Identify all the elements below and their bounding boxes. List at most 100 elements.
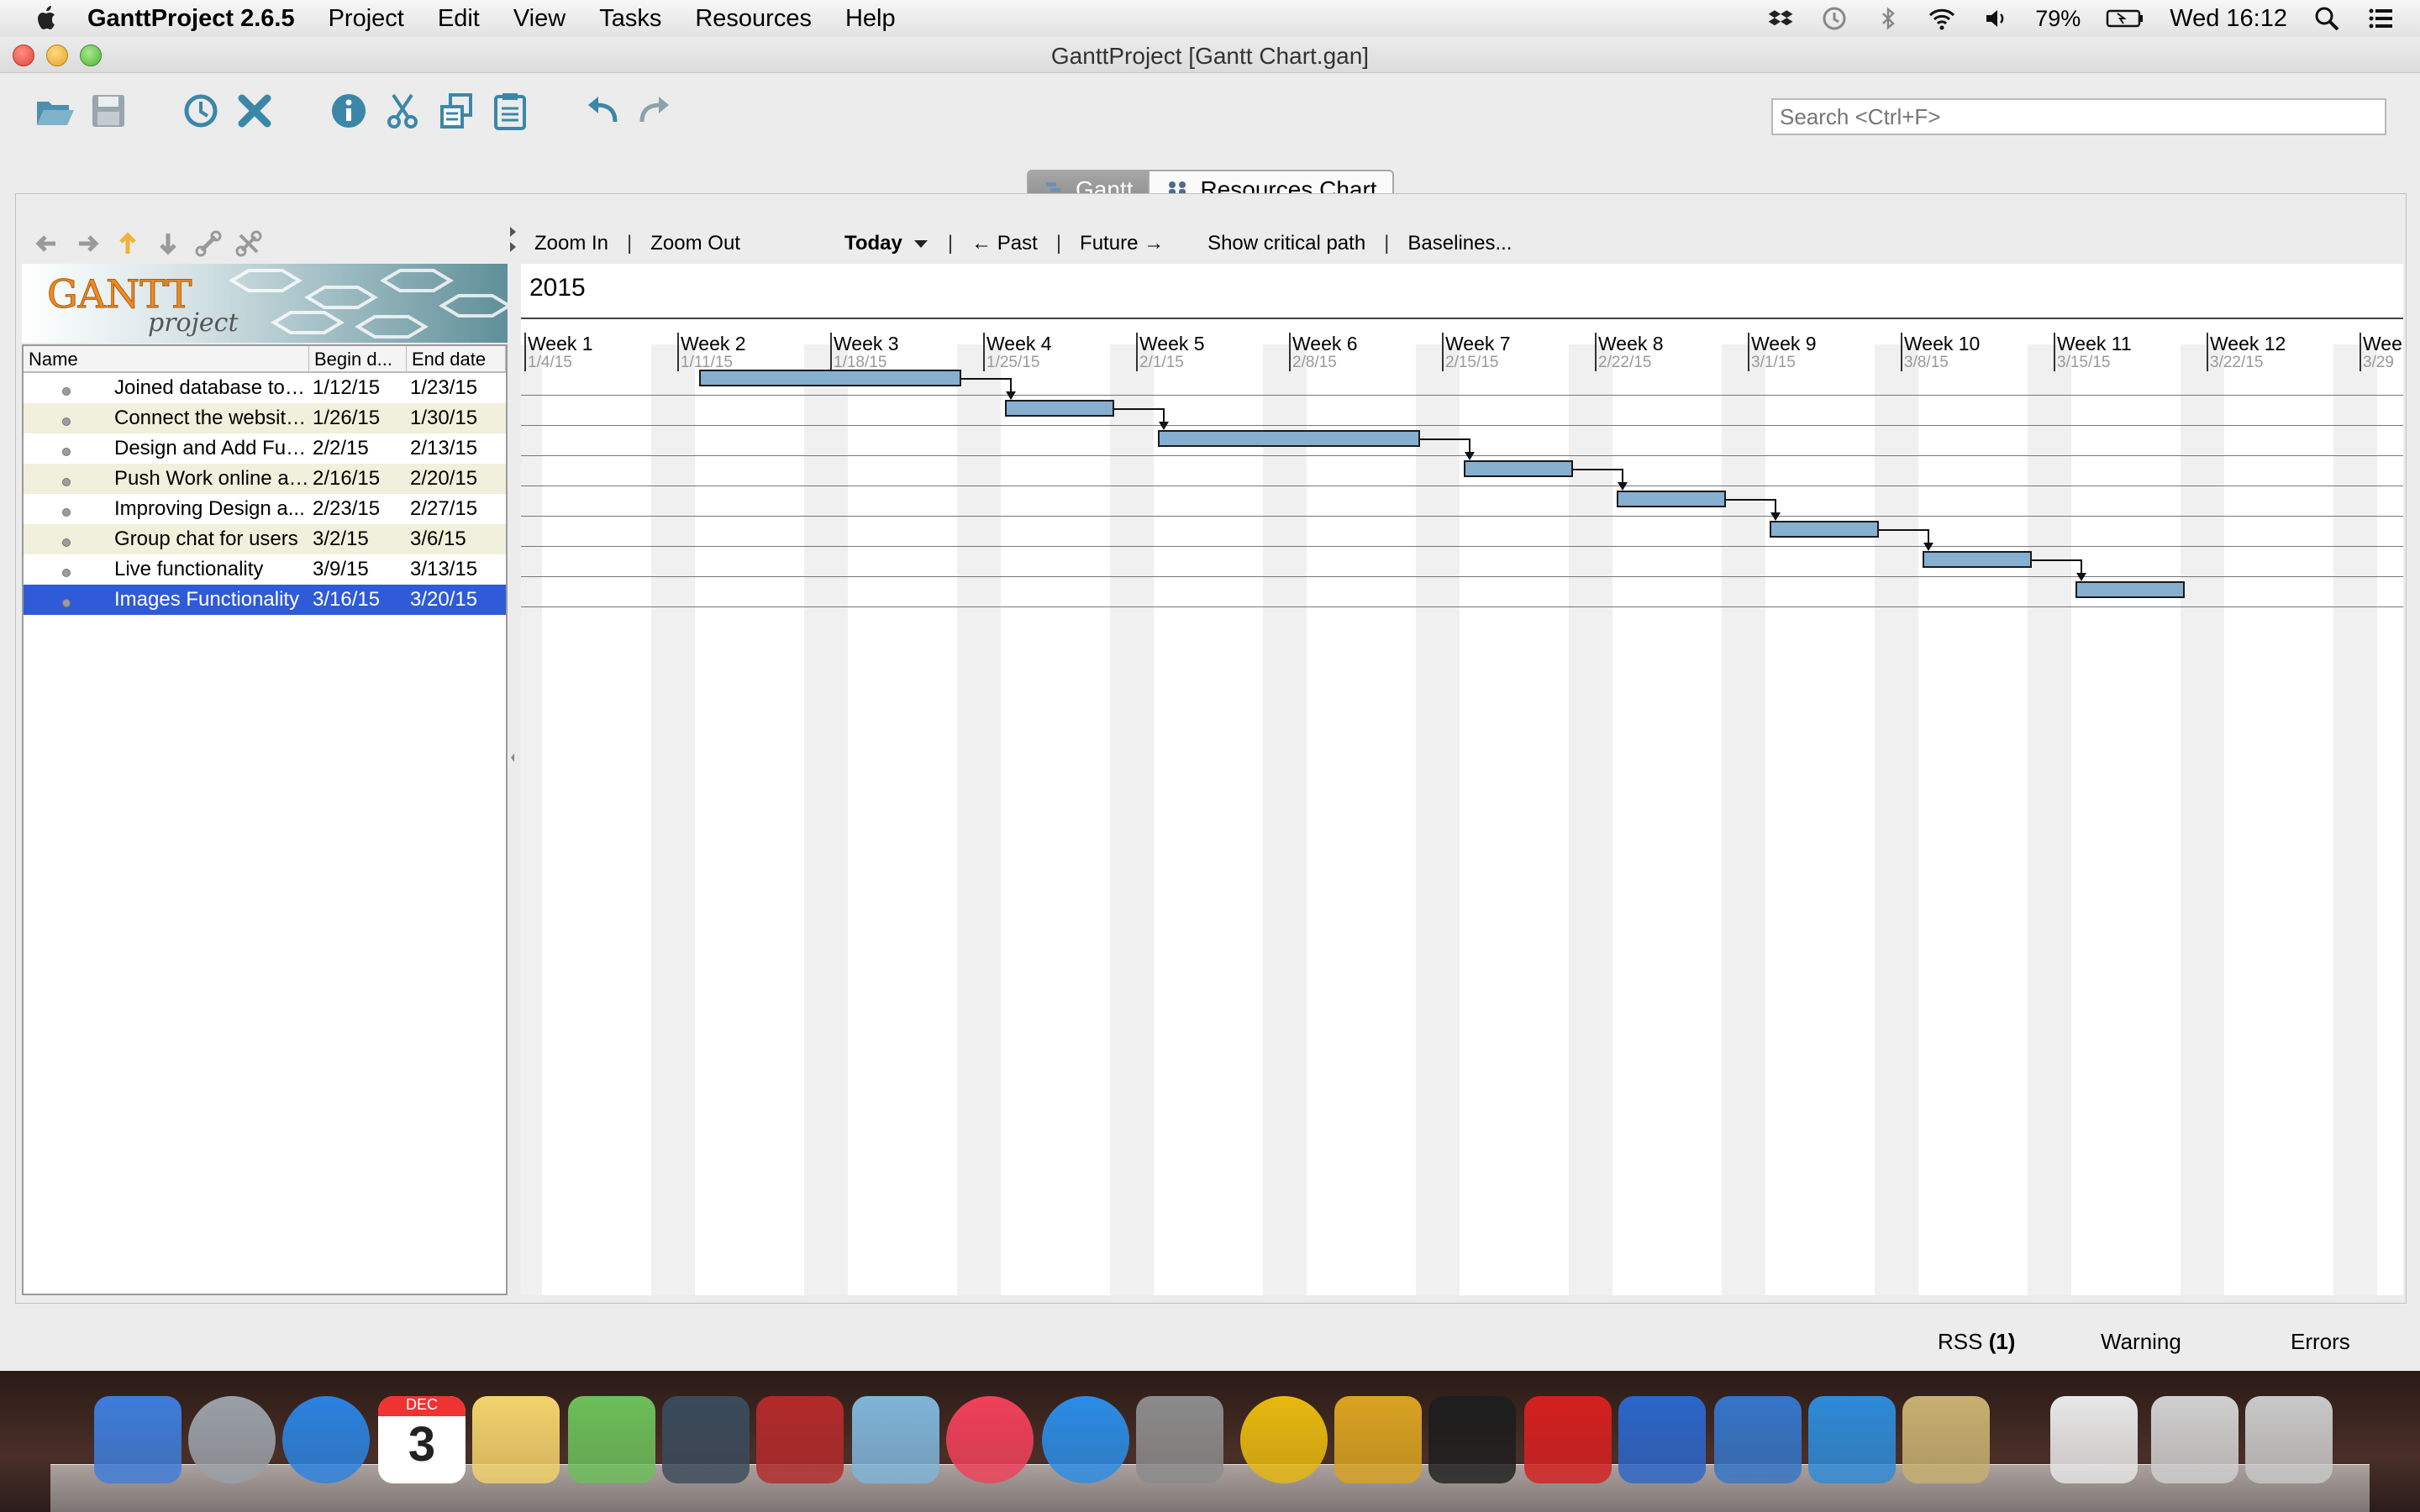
notification-center-icon[interactable] — [2366, 4, 2395, 33]
maps-icon[interactable] — [568, 1396, 655, 1483]
task-begin-date[interactable]: 2/23/15 — [309, 497, 407, 521]
paste-icon[interactable] — [487, 88, 533, 134]
task-name-cell[interactable]: Group chat for users — [24, 528, 309, 551]
copy-icon[interactable] — [434, 88, 479, 134]
history-icon[interactable] — [178, 88, 224, 134]
task-bar[interactable] — [1464, 460, 1573, 477]
menu-edit[interactable]: Edit — [438, 5, 480, 33]
calendar-icon[interactable]: DEC 3 — [378, 1396, 466, 1483]
task-row[interactable]: Joined database to t... 1/12/15 1/23/15 — [24, 373, 506, 403]
battery-icon[interactable] — [2106, 4, 2144, 33]
apple-icon[interactable] — [32, 3, 62, 34]
today-dropdown[interactable]: Today — [844, 232, 929, 255]
gantt-chart-area[interactable]: 2015 Week 1 1/4/15 Week 2 1/11/15 Week 3 1/18… — [521, 264, 2403, 1295]
photobooth-icon[interactable] — [756, 1396, 844, 1483]
task-name-cell[interactable]: Images Functionality — [24, 588, 309, 612]
terminal-icon[interactable] — [1428, 1396, 1516, 1483]
forward-arrow-icon[interactable] — [71, 227, 104, 260]
task-row[interactable]: Live functionality 3/9/15 3/13/15 — [24, 554, 506, 585]
task-end-date[interactable]: 2/13/15 — [407, 437, 506, 460]
column-header-begin-date[interactable]: Begin d... — [309, 346, 407, 371]
back-arrow-icon[interactable] — [30, 227, 64, 260]
delete-icon[interactable] — [232, 88, 277, 134]
down-arrow-icon[interactable] — [151, 227, 185, 260]
unlink-icon[interactable] — [232, 227, 266, 260]
info-icon[interactable] — [326, 88, 371, 134]
show-critical-path-button[interactable]: Show critical path — [1207, 232, 1365, 255]
task-row[interactable]: Connect the website... 1/26/15 1/30/15 — [24, 403, 506, 433]
viewer-icon[interactable] — [1714, 1396, 1802, 1483]
wifi-icon[interactable] — [1928, 4, 1956, 33]
app-name-menu[interactable]: GanttProject 2.6.5 — [87, 5, 295, 33]
task-end-date[interactable]: 1/30/15 — [407, 407, 506, 430]
task-begin-date[interactable]: 2/2/15 — [309, 437, 407, 460]
warning-status[interactable]: Warning — [2101, 1329, 2181, 1355]
menu-view[interactable]: View — [513, 5, 566, 33]
undo-icon[interactable] — [580, 88, 625, 134]
open-icon[interactable] — [32, 88, 77, 134]
system-preferences-icon[interactable] — [1136, 1396, 1223, 1483]
documents-icon[interactable] — [2050, 1396, 2138, 1483]
volume-icon[interactable] — [1981, 4, 2010, 33]
task-bar[interactable] — [1005, 400, 1114, 417]
facetime-icon[interactable] — [662, 1396, 750, 1483]
errors-status[interactable]: Errors — [2291, 1329, 2350, 1355]
xcode-icon[interactable] — [1808, 1396, 1896, 1483]
spotlight-search-icon[interactable] — [2312, 4, 2341, 33]
itunes-icon[interactable] — [946, 1396, 1034, 1483]
task-begin-date[interactable]: 3/16/15 — [309, 588, 407, 612]
cut-icon[interactable] — [380, 88, 425, 134]
launchpad-icon[interactable] — [188, 1396, 276, 1483]
task-bar[interactable] — [1923, 551, 2032, 568]
notes-icon[interactable] — [472, 1396, 560, 1483]
past-button[interactable]: ← Past — [971, 232, 1038, 255]
save-icon[interactable] — [86, 88, 131, 134]
task-end-date[interactable]: 1/23/15 — [407, 376, 506, 400]
instruments-icon[interactable] — [1902, 1396, 1990, 1483]
menu-resources[interactable]: Resources — [695, 5, 812, 33]
dropbox-icon[interactable] — [1766, 4, 1795, 33]
task-end-date[interactable]: 3/13/15 — [407, 558, 506, 581]
task-bar[interactable] — [1158, 430, 1420, 447]
task-bar[interactable] — [2075, 581, 2185, 598]
task-row[interactable]: Group chat for users 3/2/15 3/6/15 — [24, 524, 506, 554]
finder-icon[interactable] — [94, 1396, 182, 1483]
task-end-date[interactable]: 2/27/15 — [407, 497, 506, 521]
task-begin-date[interactable]: 3/2/15 — [309, 528, 407, 551]
column-header-end-date[interactable]: End date — [407, 346, 506, 371]
task-name-cell[interactable]: Joined database to t... — [24, 376, 309, 400]
menu-tasks[interactable]: Tasks — [599, 5, 661, 33]
baselines-button[interactable]: Baselines... — [1407, 232, 1512, 255]
safari-icon[interactable] — [282, 1396, 370, 1483]
bluetooth-icon[interactable] — [1874, 4, 1902, 33]
task-row[interactable]: Improving Design a... 2/23/15 2/27/15 — [24, 494, 506, 524]
task-name-cell[interactable]: Push Work online an... — [24, 467, 309, 491]
rss-status[interactable]: RSS (1) — [1938, 1329, 2015, 1355]
wolfram-icon[interactable] — [1334, 1396, 1422, 1483]
column-header-name[interactable]: Name — [24, 346, 309, 371]
task-begin-date[interactable]: 3/9/15 — [309, 558, 407, 581]
task-end-date[interactable]: 3/6/15 — [407, 528, 506, 551]
zoom-out-button[interactable]: Zoom Out — [650, 232, 740, 255]
iphoto-icon[interactable] — [852, 1396, 939, 1483]
acrobat-icon[interactable] — [1524, 1396, 1612, 1483]
task-name-cell[interactable]: Connect the website... — [24, 407, 309, 430]
task-name-cell[interactable]: Design and Add Fun... — [24, 437, 309, 460]
up-arrow-icon[interactable] — [111, 227, 145, 260]
appstore-icon[interactable] — [1042, 1396, 1129, 1483]
task-row[interactable]: Design and Add Fun... 2/2/15 2/13/15 — [24, 433, 506, 464]
task-name-cell[interactable]: Live functionality — [24, 558, 309, 581]
trash-icon[interactable] — [2245, 1396, 2333, 1483]
zoom-in-button[interactable]: Zoom In — [534, 232, 608, 255]
task-bar[interactable] — [1617, 491, 1726, 507]
time-machine-icon[interactable] — [1820, 4, 1849, 33]
search-input[interactable] — [1771, 98, 2386, 135]
task-begin-date[interactable]: 1/12/15 — [309, 376, 407, 400]
redo-icon[interactable] — [632, 88, 677, 134]
clock[interactable]: Wed 16:12 — [2170, 5, 2287, 33]
task-bar[interactable] — [699, 370, 961, 386]
task-end-date[interactable]: 3/20/15 — [407, 588, 506, 612]
task-bar[interactable] — [1770, 521, 1879, 538]
task-begin-date[interactable]: 2/16/15 — [309, 467, 407, 491]
future-button[interactable]: Future → — [1080, 232, 1164, 255]
